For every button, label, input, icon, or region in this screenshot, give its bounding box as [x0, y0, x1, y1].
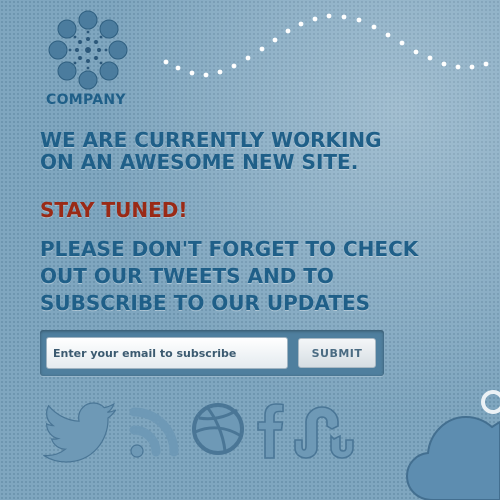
reminder-line-2: OUT OUR TWEETS AND TO	[40, 264, 334, 288]
flower-logo-icon	[48, 10, 128, 90]
main-headline: WE ARE CURRENTLY WORKING ON AN AWESOME N…	[40, 129, 470, 173]
rss-icon[interactable]	[128, 400, 182, 460]
headline-line-2: ON AN AWESOME NEW SITE.	[40, 150, 359, 174]
headline-line-1: WE ARE CURRENTLY WORKING	[40, 128, 382, 152]
subscribe-form: SUBMIT	[40, 330, 384, 376]
submit-button[interactable]: SUBMIT	[298, 338, 376, 368]
cloud-decoration	[405, 390, 500, 500]
subscribe-reminder: PLEASE DON'T FORGET TO CHECK OUT OUR TWE…	[40, 236, 480, 317]
company-name: COMPANY	[46, 92, 126, 108]
stumbleupon-icon[interactable]	[291, 400, 357, 460]
reminder-line-3: SUBSCRIBE TO OUR UPDATES	[40, 291, 371, 315]
facebook-icon[interactable]	[253, 400, 287, 460]
dotted-wave-decoration	[163, 13, 489, 78]
dribbble-icon[interactable]	[191, 400, 249, 460]
email-input[interactable]	[46, 337, 288, 369]
reminder-line-1: PLEASE DON'T FORGET TO CHECK	[40, 237, 419, 261]
twitter-icon[interactable]	[40, 400, 118, 466]
stay-tuned-tagline: STAY TUNED!	[40, 198, 188, 222]
